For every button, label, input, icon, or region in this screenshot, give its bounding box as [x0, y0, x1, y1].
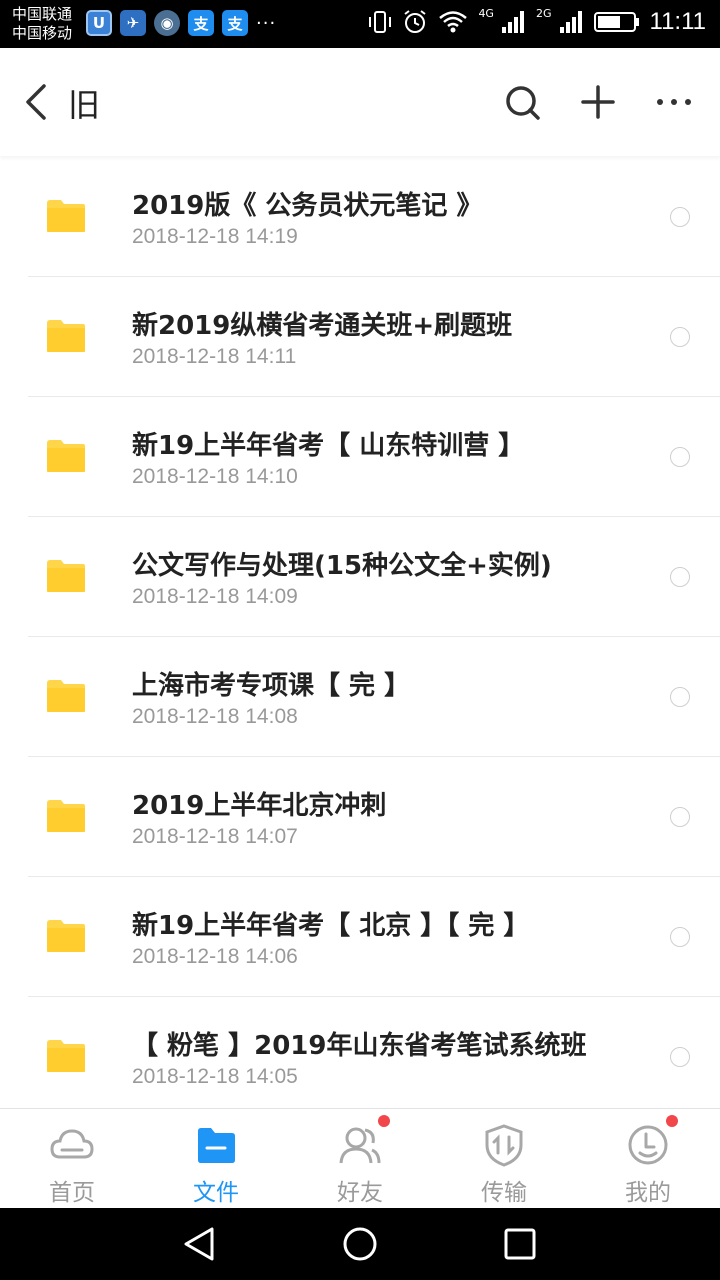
- app-notification-icon: ✈: [120, 10, 146, 36]
- select-radio[interactable]: [670, 207, 690, 227]
- file-name: 新2019纵横省考通关班+刷题班: [132, 311, 513, 341]
- file-name: 新19上半年省考【 山东特训营 】: [132, 431, 525, 461]
- tab-home[interactable]: 首页: [0, 1109, 144, 1209]
- file-row[interactable]: 【 粉笔 】2019年山东省考笔试系统班 2018-12-18 14:05: [0, 997, 720, 1117]
- tab-transfer[interactable]: 传输: [432, 1109, 576, 1209]
- folder-icon: [47, 560, 85, 592]
- tab-label: 我的: [625, 1180, 671, 1206]
- alipay-notification-icon: 支: [188, 10, 214, 36]
- app-notification-icon: U: [86, 10, 112, 36]
- alipay-notification-icon: 支: [222, 10, 248, 36]
- more-notifications-icon: ···: [256, 12, 277, 34]
- tab-files[interactable]: 文件: [144, 1109, 288, 1209]
- tab-mine[interactable]: 我的: [576, 1109, 720, 1209]
- signal-icon: [501, 11, 524, 33]
- file-date: 2018-12-18 14:09: [132, 585, 298, 608]
- notification-badge: [378, 1115, 390, 1127]
- folder-icon: [47, 1040, 85, 1072]
- file-date: 2018-12-18 14:06: [132, 945, 298, 968]
- folder-icon: [47, 920, 85, 952]
- network-type-1: 4G: [478, 6, 494, 20]
- plus-icon[interactable]: [578, 82, 618, 122]
- search-icon[interactable]: [502, 82, 542, 122]
- carrier-names: 中国联通 中国移动: [12, 5, 72, 43]
- select-radio[interactable]: [670, 807, 690, 827]
- file-date: 2018-12-18 14:08: [132, 705, 298, 728]
- select-radio[interactable]: [670, 927, 690, 947]
- folder-icon: [47, 680, 85, 712]
- clock: 11:11: [649, 8, 707, 35]
- file-row[interactable]: 新19上半年省考【 山东特训营 】 2018-12-18 14:10: [0, 397, 720, 517]
- tab-label: 好友: [337, 1180, 383, 1206]
- notification-icons: U ✈ ◉ 支 支 ···: [86, 10, 276, 36]
- carrier-2: 中国移动: [12, 24, 73, 42]
- nav-home-icon[interactable]: [342, 1226, 378, 1262]
- vibrate-icon: [369, 11, 392, 33]
- file-row[interactable]: 新2019纵横省考通关班+刷题班 2018-12-18 14:11: [0, 277, 720, 397]
- folder-icon: [47, 200, 85, 232]
- app-notification-icon: ◉: [154, 10, 180, 36]
- file-row[interactable]: 上海市考专项课【 完 】 2018-12-18 14:08: [0, 637, 720, 757]
- carrier-1: 中国联通: [12, 5, 73, 23]
- tab-label: 传输: [481, 1180, 527, 1206]
- nav-recents-icon[interactable]: [502, 1226, 538, 1262]
- file-row[interactable]: 2019上半年北京冲刺 2018-12-18 14:07: [0, 757, 720, 877]
- system-status: 4G 2G 11:11: [368, 6, 707, 36]
- bottom-tab-bar: 首页 文件 好友 传输 我的: [0, 1108, 720, 1208]
- file-name: 2019版《 公务员状元笔记 》: [132, 191, 483, 221]
- file-name: 2019上半年北京冲刺: [132, 791, 387, 821]
- wifi-icon: [439, 11, 468, 33]
- folder-icon: [198, 1128, 235, 1163]
- tab-label: 首页: [49, 1180, 95, 1206]
- folder-icon: [47, 440, 85, 472]
- system-nav-bar: [0, 1208, 720, 1280]
- select-radio[interactable]: [670, 567, 690, 587]
- notification-badge: [666, 1115, 678, 1127]
- file-date: 2018-12-18 14:05: [132, 1065, 298, 1088]
- file-list: 2019版《 公务员状元笔记 》 2018-12-18 14:19 新2019纵…: [0, 157, 720, 1117]
- app-header: 旧: [0, 48, 720, 156]
- folder-icon: [47, 800, 85, 832]
- tab-friends[interactable]: 好友: [288, 1109, 432, 1209]
- select-radio[interactable]: [670, 687, 690, 707]
- file-name: 【 粉笔 】2019年山东省考笔试系统班: [132, 1031, 587, 1061]
- file-name: 新19上半年省考【 北京 】【 完 】: [132, 911, 530, 941]
- file-name: 公文写作与处理(15种公文全+实例): [132, 551, 552, 581]
- select-radio[interactable]: [670, 327, 690, 347]
- profile-icon: [628, 1125, 668, 1165]
- tab-label: 文件: [193, 1180, 239, 1206]
- page-title: 旧: [68, 86, 101, 124]
- file-date: 2018-12-18 14:11: [132, 345, 297, 368]
- file-row[interactable]: 2019版《 公务员状元笔记 》 2018-12-18 14:19: [0, 157, 720, 277]
- cloud-icon: [50, 1129, 94, 1159]
- back-icon[interactable]: [22, 82, 52, 122]
- select-radio[interactable]: [670, 1047, 690, 1067]
- alarm-icon: [404, 10, 427, 33]
- file-date: 2018-12-18 14:10: [132, 465, 298, 488]
- transfer-shield-icon: [485, 1124, 523, 1167]
- file-name: 上海市考专项课【 完 】: [132, 671, 411, 701]
- file-row[interactable]: 公文写作与处理(15种公文全+实例) 2018-12-18 14:09: [0, 517, 720, 637]
- nav-back-icon[interactable]: [182, 1226, 218, 1262]
- file-date: 2018-12-18 14:19: [132, 225, 298, 248]
- signal-icon: [559, 11, 582, 33]
- friends-icon: [339, 1127, 381, 1164]
- file-row[interactable]: 新19上半年省考【 北京 】【 完 】 2018-12-18 14:06: [0, 877, 720, 997]
- file-date: 2018-12-18 14:07: [132, 825, 298, 848]
- network-type-2: 2G: [535, 6, 552, 20]
- folder-icon: [47, 320, 85, 352]
- more-icon[interactable]: [654, 82, 694, 122]
- battery-icon: [593, 12, 639, 32]
- select-radio[interactable]: [670, 447, 690, 467]
- status-bar: 中国联通 中国移动 U ✈ ◉ 支 支 ··· 4G 2G 11:11: [0, 0, 720, 48]
